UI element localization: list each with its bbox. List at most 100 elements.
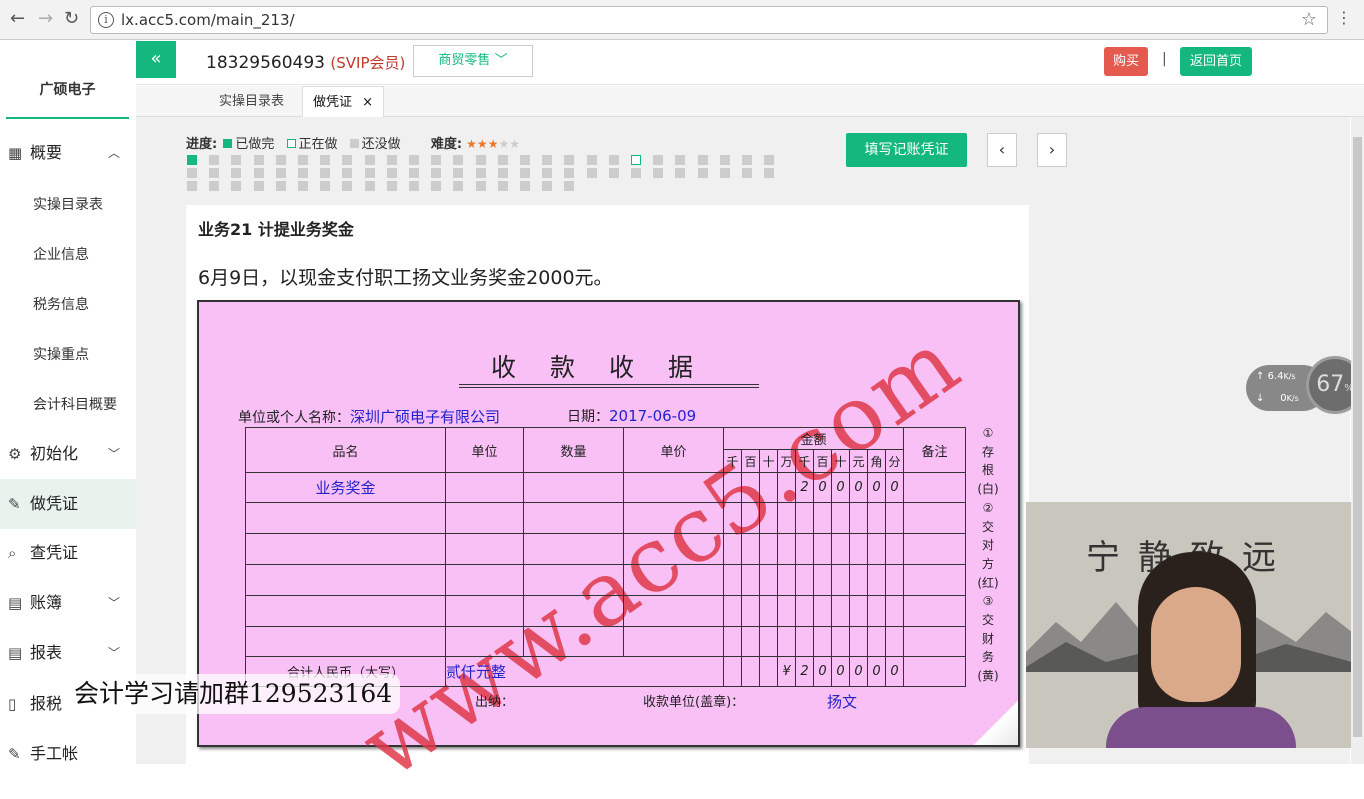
reload-icon[interactable]: ↻ — [64, 8, 79, 29]
progress-cell[interactable] — [187, 168, 197, 178]
progress-cell[interactable] — [742, 168, 752, 178]
sidebar-item-init[interactable]: ⚙ 初始化 ﹀ — [0, 429, 136, 479]
back-icon[interactable]: ← — [10, 8, 25, 29]
progress-cell[interactable] — [697, 155, 708, 165]
progress-cell[interactable] — [475, 181, 486, 191]
progress-cell[interactable] — [298, 181, 308, 191]
close-icon[interactable]: × — [362, 95, 373, 110]
tab-make-voucher[interactable]: 做凭证 × — [302, 86, 385, 117]
progress-cell[interactable] — [475, 168, 486, 178]
home-button[interactable]: 返回首页 — [1180, 47, 1252, 76]
scrollbar-thumb[interactable] — [1353, 137, 1362, 737]
progress-cell[interactable] — [386, 168, 397, 178]
progress-cell[interactable] — [497, 181, 508, 191]
sidebar-item-ledger[interactable]: ▤ 账簿 ﹀ — [0, 578, 136, 628]
progress-cell[interactable] — [453, 168, 464, 178]
tab-catalog[interactable]: 实操目录表 — [219, 86, 284, 117]
prev-button[interactable]: ‹ — [987, 133, 1017, 167]
progress-cell[interactable] — [742, 155, 752, 165]
sub-item-key-points[interactable]: 实操重点 — [33, 344, 89, 364]
progress-cell[interactable] — [697, 168, 708, 178]
bookmark-star-icon[interactable]: ☆ — [1301, 9, 1317, 30]
progress-cell[interactable] — [231, 168, 242, 178]
progress-cell[interactable] — [275, 168, 286, 178]
progress-cell[interactable] — [542, 155, 553, 165]
sub-item-catalog[interactable]: 实操目录表 — [33, 194, 103, 214]
progress-cell[interactable] — [320, 181, 331, 191]
progress-cell[interactable] — [209, 155, 220, 165]
progress-cell[interactable] — [364, 168, 375, 178]
scrollbar[interactable] — [1351, 117, 1364, 764]
progress-cell[interactable] — [409, 181, 419, 191]
collapse-sidebar-button[interactable]: « — [136, 41, 176, 78]
sidebar-item-overview[interactable]: ▦ 概要 ︿ — [0, 128, 136, 178]
info-icon[interactable]: i — [98, 12, 114, 28]
progress-cell[interactable] — [564, 155, 575, 165]
progress-cell[interactable] — [675, 168, 686, 178]
progress-cell[interactable] — [453, 155, 464, 165]
progress-cell[interactable] — [275, 155, 286, 165]
progress-cell[interactable] — [719, 155, 730, 165]
progress-cell[interactable] — [209, 168, 220, 178]
progress-cell[interactable] — [275, 181, 286, 191]
progress-cell[interactable] — [231, 181, 242, 191]
progress-cell[interactable] — [364, 155, 375, 165]
progress-cell[interactable] — [187, 181, 197, 191]
progress-cell[interactable] — [342, 181, 353, 191]
progress-cell[interactable] — [631, 168, 641, 178]
progress-cell[interactable] — [542, 181, 553, 191]
sub-item-company-info[interactable]: 企业信息 — [33, 244, 89, 264]
progress-cell[interactable] — [409, 168, 419, 178]
progress-cell[interactable] — [608, 168, 619, 178]
progress-cell[interactable] — [342, 168, 353, 178]
progress-cell[interactable] — [431, 168, 442, 178]
progress-cell[interactable] — [187, 155, 197, 165]
fill-voucher-button[interactable]: 填写记账凭证 — [846, 133, 967, 167]
progress-cell[interactable] — [298, 168, 308, 178]
progress-cell[interactable] — [320, 155, 331, 165]
progress-cell[interactable] — [653, 155, 664, 165]
progress-cell[interactable] — [431, 155, 442, 165]
progress-cell[interactable] — [719, 168, 730, 178]
sidebar-item-make-voucher[interactable]: ✎ 做凭证 — [0, 479, 136, 529]
progress-cell[interactable] — [253, 168, 264, 178]
sub-item-accounts[interactable]: 会计科目概要 — [33, 394, 117, 414]
progress-cell[interactable] — [453, 181, 464, 191]
progress-cell[interactable] — [520, 168, 530, 178]
progress-cell[interactable] — [253, 155, 264, 165]
forward-icon[interactable]: → — [38, 8, 53, 29]
progress-cell[interactable] — [520, 155, 530, 165]
progress-cell[interactable] — [409, 155, 419, 165]
progress-cell[interactable] — [564, 181, 575, 191]
progress-cell[interactable] — [431, 181, 442, 191]
progress-cell[interactable] — [386, 181, 397, 191]
next-button[interactable]: › — [1037, 133, 1067, 167]
progress-cell[interactable] — [475, 155, 486, 165]
progress-cell[interactable] — [209, 181, 220, 191]
progress-cell[interactable] — [764, 168, 775, 178]
progress-cell[interactable] — [631, 155, 641, 165]
progress-cell[interactable] — [675, 155, 686, 165]
address-bar[interactable]: i lx.acc5.com/main_213/ ☆ — [90, 6, 1328, 34]
progress-cell[interactable] — [564, 168, 575, 178]
progress-cell[interactable] — [320, 168, 331, 178]
progress-cell[interactable] — [542, 168, 553, 178]
sidebar-item-manual[interactable]: ✎ 手工帐 — [0, 729, 136, 779]
progress-cell[interactable] — [497, 168, 508, 178]
progress-cell[interactable] — [253, 181, 264, 191]
progress-cell[interactable] — [653, 168, 664, 178]
progress-cell[interactable] — [298, 155, 308, 165]
industry-dropdown[interactable]: 商贸零售 ﹀ — [413, 45, 533, 77]
sidebar-item-reports[interactable]: ▤ 报表 ﹀ — [0, 628, 136, 678]
progress-cell[interactable] — [497, 155, 508, 165]
buy-button[interactable]: 购买 — [1104, 47, 1148, 76]
progress-cell[interactable] — [342, 155, 353, 165]
progress-cell[interactable] — [231, 155, 242, 165]
progress-cell[interactable] — [608, 155, 619, 165]
sub-item-tax-info[interactable]: 税务信息 — [33, 294, 89, 314]
browser-menu-icon[interactable]: ⋮ — [1336, 8, 1352, 27]
progress-cell[interactable] — [764, 155, 775, 165]
progress-cell[interactable] — [586, 168, 597, 178]
sidebar-item-view-voucher[interactable]: ⌕ 查凭证 — [0, 528, 136, 578]
progress-cell[interactable] — [520, 181, 530, 191]
